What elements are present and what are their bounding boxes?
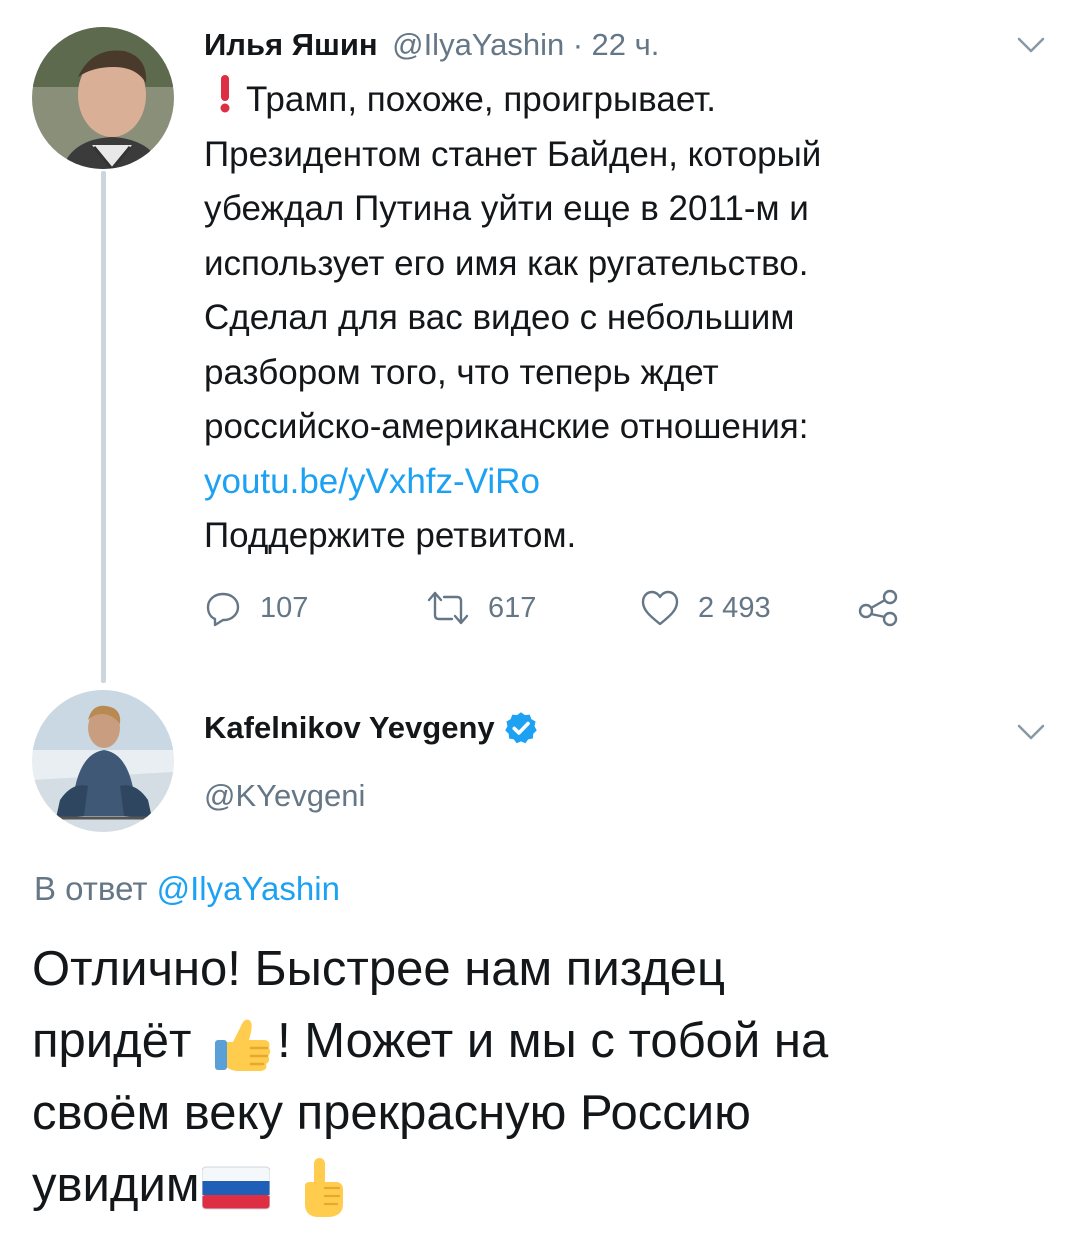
thumbs-up-emoji (215, 1019, 271, 1072)
author-handle[interactable]: @IlyaYashin (392, 27, 564, 62)
tweet-text-line-3: убеждал Путина уйти еще в 2011-м и (204, 189, 809, 228)
tweet-text-line-6: разбором того, что теперь ждет (204, 352, 719, 392)
chevron-down-icon[interactable] (1014, 715, 1048, 749)
tweet-2-line-1: Отлично! Быстрее нам пиздец (32, 942, 726, 996)
tweet-2-line-2: придёт ! Может и мы с тобой на (32, 1005, 828, 1077)
verified-badge-icon (504, 712, 537, 744)
reply-icon (206, 592, 240, 627)
tweet-text-line-5: Сделал для вас видео с небольшим (204, 298, 795, 337)
share-icon (858, 589, 898, 627)
share-button[interactable] (858, 589, 900, 627)
tweet-1-header: Илья Яшин @IlyaYashin · 22 ч. (204, 27, 659, 63)
thread-connector-line (101, 171, 106, 683)
author-handle[interactable]: @KYevgeni (204, 778, 365, 814)
retweet-icon (427, 591, 469, 625)
tweet-2-line-3: своём веку прекрасную Россию (32, 1086, 751, 1140)
tweet-2-line-4: увидим (32, 1149, 828, 1221)
reply-handle-link[interactable]: @IlyaYashin (157, 870, 340, 907)
tweet-text-line-4: использует его имя как ругательство. (204, 243, 809, 283)
like-button[interactable]: 2 493 (640, 589, 858, 627)
tweet-text-line-2: Президентом станет Байден, который (204, 134, 822, 174)
tweet-2-body: Отлично! Быстрее нам пиздец придёт ! Мож… (32, 933, 828, 1221)
avatar-ilya-yashin[interactable] (32, 27, 174, 169)
avatar-kafelnikov-yevgeny[interactable] (32, 690, 174, 832)
tweet-time[interactable]: 22 ч. (592, 27, 660, 62)
reply-count: 107 (260, 591, 309, 624)
retweet-button[interactable]: 617 (426, 589, 640, 627)
tweet-1-body: Трамп, похоже, проигрывает. Президентом … (204, 71, 821, 564)
header-separator: · (572, 27, 584, 62)
reply-context: В ответ @IlyaYashin (34, 870, 340, 908)
like-count: 2 493 (698, 591, 771, 624)
reply-prefix: В ответ (34, 870, 148, 907)
russia-flag-emoji (201, 1166, 270, 1210)
youtube-link[interactable]: youtu.be/yVxhfz-ViRo (204, 455, 821, 510)
author-name[interactable]: Kafelnikov Yevgeny (204, 710, 495, 746)
retweet-count: 617 (488, 591, 537, 624)
reply-button[interactable]: 107 (204, 589, 426, 627)
tweet-text-line-1: Трамп, похоже, проигрывает. (204, 71, 821, 128)
tweet-text-line-9: Поддержите ретвитом. (204, 516, 577, 555)
tweet-2-header: Kafelnikov Yevgeny (204, 710, 539, 746)
author-name[interactable]: Илья Яшин (204, 27, 378, 62)
exclamation-emoji (204, 73, 246, 130)
tweet-1-actions: 107 617 2 493 (204, 585, 900, 631)
point-up-emoji (305, 1158, 344, 1218)
chevron-down-icon[interactable] (1014, 28, 1048, 62)
tweet-text-line-7: российско-американские отношения: (204, 407, 809, 446)
like-icon (641, 590, 679, 626)
